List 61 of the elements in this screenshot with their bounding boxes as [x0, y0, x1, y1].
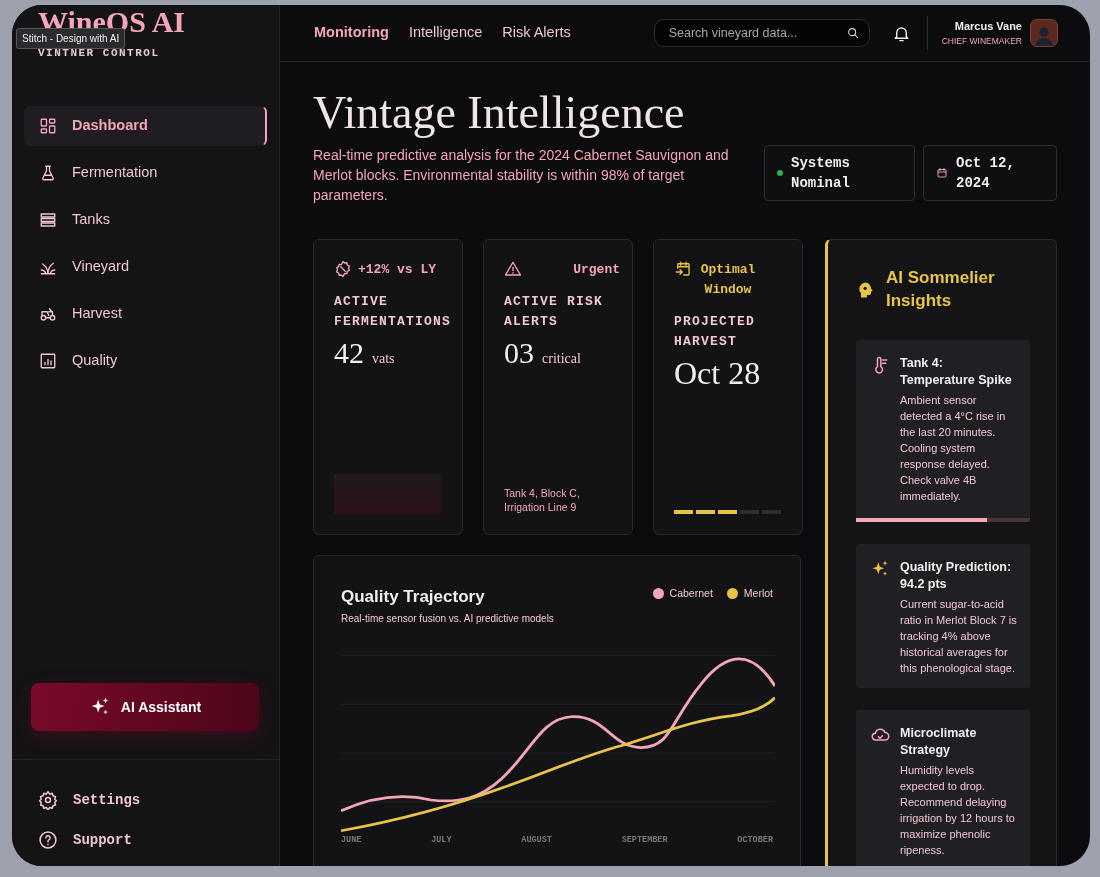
- page-title: Vintage Intelligence: [313, 88, 686, 139]
- nav-tab[interactable]: Intelligence: [408, 22, 483, 44]
- date-pill: Oct 12, 2024: [923, 144, 1057, 201]
- chart-icon: [39, 351, 57, 370]
- search-field[interactable]: Search vineyard data...: [653, 19, 870, 47]
- calendar-icon: [674, 259, 692, 278]
- stat-label: ACTIVE FERMENTATIONS: [334, 292, 453, 331]
- search-icon: [845, 26, 860, 40]
- stat-label: PROJECTED HARVEST: [674, 312, 756, 351]
- sidebar-item[interactable]: Dashboard: [24, 105, 267, 146]
- stat-unit: vats: [372, 350, 395, 366]
- legend-label: Merlot: [743, 585, 773, 601]
- page-description: Real-time predictive analysis for the 2024 Cabernet Sauvignon and Merlot blocks. Environmental stability is within 98% of target parameters.: [313, 145, 730, 205]
- insight-text: Humidity levels expected to drop. Recommend delaying irrigation by 12 hours to maximize phenolic ripeness.: [900, 762, 1016, 858]
- nav-tab[interactable]: Monitoring: [314, 22, 389, 44]
- insights-title: AI Sommelier Insights: [886, 266, 996, 312]
- status-pill: Systems Nominal: [764, 144, 915, 201]
- dashboard-icon: [39, 116, 57, 135]
- chart-title: Quality Trajectory: [341, 585, 486, 608]
- user-avatar[interactable]: [1030, 19, 1058, 47]
- sidebar-item[interactable]: Vineyard: [24, 246, 267, 287]
- axis-label: OCTOBER: [737, 834, 773, 847]
- stat-caption: Urgent: [573, 260, 620, 279]
- chart-subtitle: Real-time sensor fusion vs. AI predictive models: [341, 612, 554, 627]
- warning-icon: [504, 259, 522, 278]
- flask-icon: [39, 163, 57, 182]
- stat-label: ACTIVE RISK ALERTS: [504, 292, 604, 331]
- alert-location: Tank 4, Block C, Irrigation Line 9: [504, 485, 581, 514]
- axis-label: SEPTEMBER: [621, 834, 668, 847]
- insight-text: Ambient sensor detected a 4°C rise in the last 20 minutes. Cooling system response delayed. Check valve 4B immediately.: [900, 392, 1007, 504]
- support-link[interactable]: Support: [12, 820, 279, 860]
- brand-subtitle: VINTNER CONTROL: [38, 46, 161, 61]
- user-name: Marcus Vane: [953, 19, 1022, 35]
- badge-icon: [334, 259, 352, 278]
- axis-label: JUNE: [341, 834, 362, 847]
- axis-label: AUGUST: [521, 834, 552, 847]
- help-icon: [38, 830, 58, 850]
- ai-assistant-button[interactable]: AI Assistant: [31, 683, 259, 731]
- insight-title: Tank 4: Temperature Spike: [900, 354, 1013, 389]
- axis-label: JULY: [431, 834, 452, 847]
- stat-unit: critical: [542, 350, 581, 366]
- stat-value: Oct 28: [674, 354, 761, 391]
- calendar-icon: [936, 166, 948, 179]
- legend-label: Cabernet: [669, 585, 713, 601]
- stat-caption: Optimal Window: [699, 260, 757, 299]
- insight-title: Microclimate Strategy: [900, 724, 978, 759]
- sidebar-item[interactable]: Tanks: [24, 199, 267, 240]
- insight-text: Current sugar-to-acid ratio in Merlot Block 7 is tracking 4% above historical averages for this phenological stage.: [900, 596, 1018, 676]
- stat-value: 03: [504, 335, 534, 369]
- stat-caption: +12% vs LY: [358, 260, 436, 279]
- sidebar-item[interactable]: Quality: [24, 340, 267, 381]
- sidebar-item[interactable]: Fermentation: [24, 152, 267, 193]
- settings-link[interactable]: Settings: [12, 780, 279, 820]
- nav-tab[interactable]: Risk Alerts: [502, 22, 571, 44]
- settings-icon: [38, 790, 58, 810]
- status-dot: [777, 169, 783, 176]
- list-icon: [39, 210, 57, 229]
- stat-value: 42: [334, 335, 364, 369]
- sidebar-item[interactable]: Harvest: [24, 293, 267, 334]
- user-role: CHIEF WINEMAKER: [941, 34, 1022, 48]
- insight-title: Quality Prediction: 94.2 pts: [900, 558, 1013, 593]
